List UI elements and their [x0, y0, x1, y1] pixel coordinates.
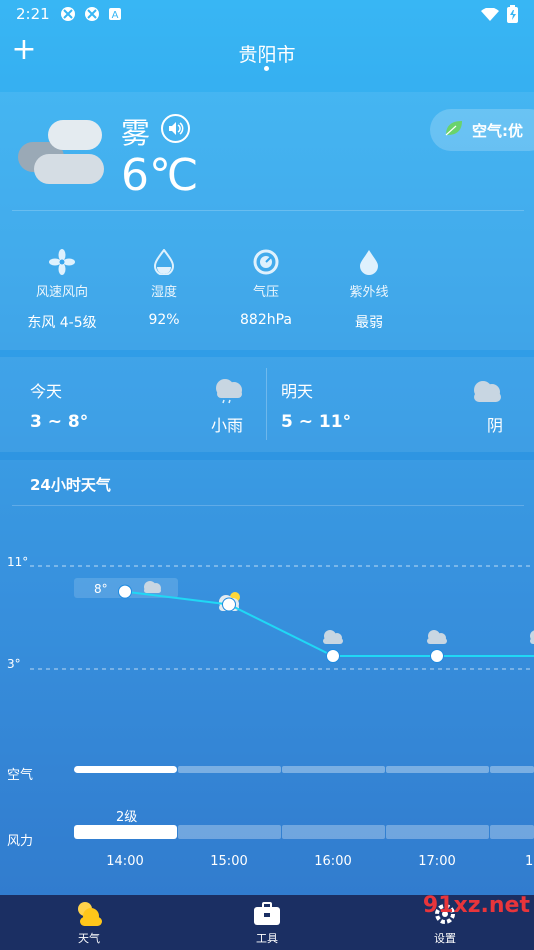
hour-label: 18 — [525, 854, 534, 869]
tomorrow-condition: 阴 — [487, 416, 504, 435]
toolbox-icon — [222, 898, 312, 930]
air-bar — [282, 766, 385, 773]
wind-bar — [282, 825, 385, 839]
temperature-line — [124, 590, 534, 657]
metric-label: 气压 — [252, 285, 279, 300]
light-rain-icon — [212, 376, 246, 408]
wifi-icon — [481, 6, 499, 26]
humidity-icon — [119, 247, 209, 277]
current-condition: 雾 — [121, 116, 151, 150]
air-quality-badge[interactable]: 空气:优 — [430, 109, 534, 151]
metric-pressure: 气压 882hPa — [221, 247, 311, 328]
divider — [12, 210, 524, 211]
status-app-icons: A — [60, 6, 124, 22]
weather-nav-icon — [44, 898, 134, 930]
wind-bar — [490, 825, 534, 839]
battery-icon — [507, 5, 518, 27]
wind-bar — [386, 825, 489, 839]
temperature-point — [430, 649, 444, 663]
city-title: 贵阳市 — [238, 44, 296, 66]
metric-value: 最弱 — [355, 315, 383, 331]
fan-icon — [17, 247, 107, 277]
status-right — [481, 5, 518, 27]
hourly-title: 24小时天气 — [30, 476, 111, 494]
metric-value: 92% — [148, 312, 180, 328]
overcast-icon — [323, 630, 343, 644]
status-time: 2:21 — [16, 5, 50, 23]
hour-label: 15:00 — [210, 854, 248, 869]
app-icon — [60, 6, 76, 22]
wind-first-label: 2级 — [116, 810, 138, 825]
wind-row-label: 风力 — [7, 834, 34, 849]
pressure-icon — [221, 247, 311, 277]
daily-forecast-card — [0, 357, 534, 452]
metric-label: 湿度 — [150, 285, 177, 300]
overcast-icon — [530, 630, 534, 644]
overcast-icon — [427, 630, 447, 644]
nav-label: 工具 — [256, 932, 278, 945]
metric-value: 882hPa — [240, 312, 292, 328]
metric-label: 风速风向 — [35, 285, 88, 300]
air-row-label: 空气 — [7, 768, 34, 783]
current-temperature: 6℃ — [121, 150, 199, 201]
hour-label: 16:00 — [314, 854, 352, 869]
app-a-icon: A — [108, 6, 124, 22]
tomorrow-label: 明天 — [281, 382, 314, 401]
first-temp-label: 8° — [94, 582, 108, 596]
overcast-icon — [470, 378, 504, 408]
today-condition: 小雨 — [211, 416, 244, 435]
fog-icon — [18, 118, 108, 190]
watermark: 91xz.net — [422, 893, 530, 918]
nav-label: 设置 — [434, 932, 456, 945]
metric-uv: 紫外线 最弱 — [324, 247, 414, 332]
temperature-point — [222, 597, 236, 612]
uv-icon — [324, 247, 414, 277]
nav-label: 天气 — [78, 932, 100, 945]
air-quality-text: 空气:优 — [472, 121, 523, 140]
metric-wind: 风速风向 东风 4-5级 — [17, 247, 107, 332]
temperature-point — [118, 584, 132, 599]
temperature-point — [326, 649, 340, 663]
tomorrow-range: 5 ~ 11° — [281, 412, 352, 432]
hour-label: 14:00 — [106, 854, 144, 869]
app-icon — [84, 6, 100, 22]
nav-weather[interactable]: 天气 — [44, 898, 134, 946]
leaf-icon — [444, 119, 464, 141]
hourly-chart: 8° — [30, 565, 534, 670]
hour-label: 17:00 — [418, 854, 456, 869]
today-range: 3 ~ 8° — [30, 412, 89, 432]
speaker-icon[interactable] — [161, 114, 190, 143]
divider — [266, 368, 267, 440]
wind-bar — [178, 825, 281, 839]
metric-humidity: 湿度 92% — [119, 247, 209, 328]
svg-text:A: A — [112, 10, 119, 21]
air-bar — [490, 766, 534, 773]
air-bar — [178, 766, 281, 773]
today-label: 今天 — [30, 382, 63, 401]
air-bar — [386, 766, 489, 773]
metric-label: 紫外线 — [349, 285, 389, 300]
wind-bar — [74, 825, 177, 839]
nav-tools[interactable]: 工具 — [222, 898, 312, 946]
page-indicator-dot — [264, 66, 269, 71]
metric-value: 东风 4-5级 — [27, 315, 97, 331]
status-bar: 2:21 A — [0, 0, 534, 28]
air-bar — [74, 766, 177, 773]
